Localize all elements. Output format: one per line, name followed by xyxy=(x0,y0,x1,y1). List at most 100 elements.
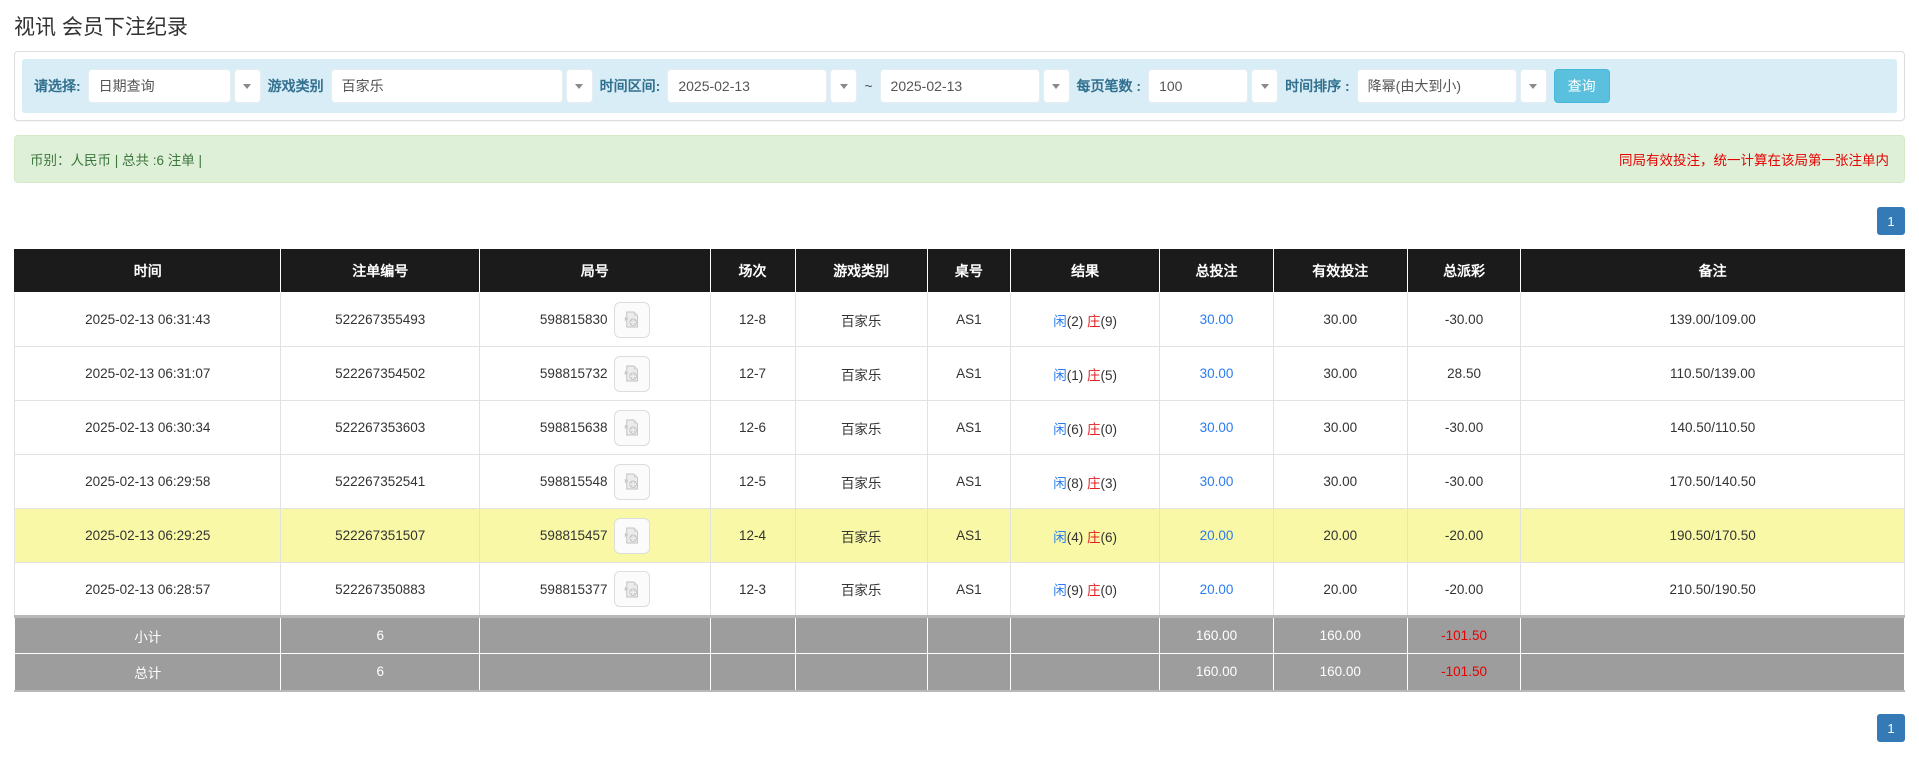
session-cell: 12-6 xyxy=(710,401,795,455)
player-result-label: 闲 xyxy=(1053,476,1067,491)
bet-id-cell: 522267355493 xyxy=(281,293,479,347)
video-replay-button[interactable] xyxy=(614,464,650,500)
time-cell: 2025-02-13 06:31:43 xyxy=(15,293,281,347)
payout-cell: -30.00 xyxy=(1407,293,1520,347)
banker-result-value: (5) xyxy=(1101,368,1118,383)
info-bar: 币别：人民币 | 总共 :6 注单 | 同局有效投注，统一计算在该局第一张注单内 xyxy=(14,135,1905,183)
query-button[interactable]: 查询 xyxy=(1554,69,1610,103)
total-bet-link[interactable]: 20.00 xyxy=(1200,528,1234,543)
time-cell: 2025-02-13 06:31:07 xyxy=(15,347,281,401)
session-cell: 12-3 xyxy=(710,563,795,617)
session-cell: 12-4 xyxy=(710,509,795,563)
round-id-cell: 598815548 xyxy=(479,455,710,509)
table-no-cell: AS1 xyxy=(927,347,1010,401)
chevron-down-icon[interactable] xyxy=(1520,69,1547,103)
total-bet-link[interactable]: 20.00 xyxy=(1200,582,1234,597)
query-type-select[interactable]: 日期查询 xyxy=(88,69,261,103)
table-row: 2025-02-13 06:30:34 522267353603 5988156… xyxy=(15,401,1905,455)
payout-cell: 28.50 xyxy=(1407,347,1520,401)
banker-result-value: (9) xyxy=(1101,314,1118,329)
player-result-value: (8) xyxy=(1067,476,1084,491)
sort-value[interactable]: 降幂(由大到小) xyxy=(1357,69,1517,103)
valid-bet-cell: 20.00 xyxy=(1273,563,1407,617)
total-bet-cell: 30.00 xyxy=(1160,293,1273,347)
payout-cell: -20.00 xyxy=(1407,509,1520,563)
banker-result-label: 庄 xyxy=(1087,583,1101,598)
game-type-label: 游戏类别 xyxy=(268,76,324,96)
round-id-cell: 598815457 xyxy=(479,509,710,563)
payout-cell: -20.00 xyxy=(1407,563,1520,617)
col-game-type: 游戏类别 xyxy=(795,250,927,293)
video-replay-button[interactable] xyxy=(614,571,650,607)
bet-id-cell: 522267354502 xyxy=(281,347,479,401)
video-replay-button[interactable] xyxy=(614,302,650,338)
chevron-down-icon[interactable] xyxy=(1251,69,1278,103)
table-row: 2025-02-13 06:28:57 522267350883 5988153… xyxy=(15,563,1905,617)
chevron-down-icon[interactable] xyxy=(1043,69,1070,103)
total-bet-link[interactable]: 30.00 xyxy=(1200,312,1234,327)
chevron-down-icon[interactable] xyxy=(234,69,261,103)
video-replay-button[interactable] xyxy=(614,356,650,392)
table-row: 2025-02-13 06:31:43 522267355493 5988158… xyxy=(15,293,1905,347)
round-id-cell: 598815732 xyxy=(479,347,710,401)
remark-cell: 210.50/190.50 xyxy=(1521,563,1905,617)
filter-bar: 请选择: 日期查询 游戏类别 百家乐 时间区间: 2025-02-13 ~ 20… xyxy=(22,59,1897,113)
pagination-top: 1 xyxy=(14,207,1905,235)
col-bet-id: 注单编号 xyxy=(281,250,479,293)
table-no-cell: AS1 xyxy=(927,401,1010,455)
video-replay-button[interactable] xyxy=(614,410,650,446)
chevron-down-icon[interactable] xyxy=(566,69,593,103)
date-range-separator: ~ xyxy=(864,78,872,94)
round-id-cell: 598815638 xyxy=(479,401,710,455)
video-replay-button[interactable] xyxy=(614,518,650,554)
table-no-cell: AS1 xyxy=(927,455,1010,509)
total-bet-link[interactable]: 30.00 xyxy=(1200,420,1234,435)
round-id-cell: 598815830 xyxy=(479,293,710,347)
time-cell: 2025-02-13 06:30:34 xyxy=(15,401,281,455)
banker-result-label: 庄 xyxy=(1087,476,1101,491)
total-total-bet: 160.00 xyxy=(1160,654,1273,691)
round-id-value: 598815377 xyxy=(540,582,608,597)
sort-select[interactable]: 降幂(由大到小) xyxy=(1357,69,1547,103)
game-type-select[interactable]: 百家乐 xyxy=(331,69,593,103)
banker-result-label: 庄 xyxy=(1087,530,1101,545)
total-bet-link[interactable]: 30.00 xyxy=(1200,474,1234,489)
subtotal-payout: -101.50 xyxy=(1407,617,1520,654)
time-range-label: 时间区间: xyxy=(600,76,661,96)
pagination-page-1[interactable]: 1 xyxy=(1877,207,1905,235)
subtotal-total-bet: 160.00 xyxy=(1160,617,1273,654)
date-from-value[interactable]: 2025-02-13 xyxy=(667,69,827,103)
col-session: 场次 xyxy=(710,250,795,293)
player-result-label: 闲 xyxy=(1053,583,1067,598)
film-file-icon xyxy=(622,310,641,329)
page-size-value[interactable]: 100 xyxy=(1148,69,1248,103)
player-result-label: 闲 xyxy=(1053,314,1067,329)
page-size-select[interactable]: 100 xyxy=(1148,69,1278,103)
valid-bet-note: 同局有效投注，统一计算在该局第一张注单内 xyxy=(1619,149,1889,169)
player-result-label: 闲 xyxy=(1053,368,1067,383)
game-type-value[interactable]: 百家乐 xyxy=(331,69,563,103)
col-result: 结果 xyxy=(1011,250,1160,293)
player-result-value: (4) xyxy=(1067,530,1084,545)
sort-label: 时间排序 : xyxy=(1285,76,1350,96)
result-cell: 闲(4) 庄(6) xyxy=(1011,509,1160,563)
game-type-cell: 百家乐 xyxy=(795,563,927,617)
banker-result-label: 庄 xyxy=(1087,422,1101,437)
game-type-cell: 百家乐 xyxy=(795,293,927,347)
remark-cell: 190.50/170.50 xyxy=(1521,509,1905,563)
date-to-value[interactable]: 2025-02-13 xyxy=(880,69,1040,103)
total-bet-link[interactable]: 30.00 xyxy=(1200,366,1234,381)
pagination-page-1[interactable]: 1 xyxy=(1877,714,1905,742)
date-to-select[interactable]: 2025-02-13 xyxy=(880,69,1070,103)
total-bet-cell: 30.00 xyxy=(1160,347,1273,401)
chevron-down-icon[interactable] xyxy=(830,69,857,103)
subtotal-valid-bet: 160.00 xyxy=(1273,617,1407,654)
query-type-value[interactable]: 日期查询 xyxy=(88,69,231,103)
select-type-label: 请选择: xyxy=(34,76,81,96)
total-label: 总计 xyxy=(15,654,281,691)
result-cell: 闲(9) 庄(0) xyxy=(1011,563,1160,617)
date-from-select[interactable]: 2025-02-13 xyxy=(667,69,857,103)
payout-cell: -30.00 xyxy=(1407,401,1520,455)
col-total-bet: 总投注 xyxy=(1160,250,1273,293)
film-file-icon xyxy=(622,526,641,545)
